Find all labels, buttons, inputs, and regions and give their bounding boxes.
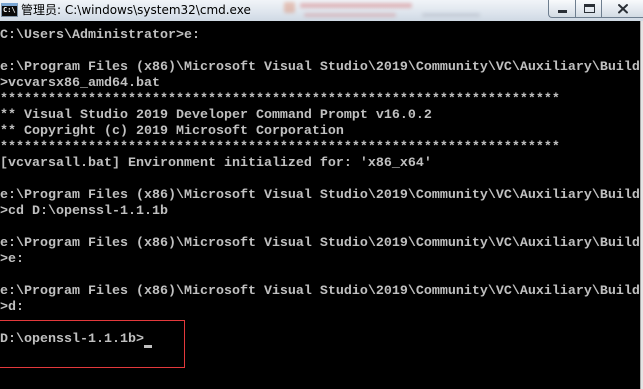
console-line: >cd D:\openssl-1.1.1b (0, 204, 168, 219)
window-title: 管理员: C:\windows\system32\cmd.exe (21, 3, 251, 17)
cmd-window: C:\ 管理员: C:\windows\system32\cmd.exe C:\… (0, 0, 643, 389)
console-line: ****************************************… (0, 92, 560, 107)
maximize-button[interactable] (575, 0, 602, 18)
aero-glass-background (300, 3, 412, 8)
console-line: e:\Program Files (x86)\Microsoft Visual … (0, 188, 640, 203)
console-line: >vcvarsx86_amd64.bat (0, 76, 160, 91)
console-line: [vcvarsall.bat] Environment initialized … (0, 156, 432, 171)
maximize-glyph-top (584, 4, 595, 7)
red-highlight-box (0, 320, 185, 368)
console-line: ** Visual Studio 2019 Developer Command … (0, 108, 432, 123)
aero-glass-background (422, 13, 480, 17)
maximize-icon (584, 4, 595, 13)
console-line: >d: (0, 300, 24, 315)
minimize-glyph (558, 10, 567, 13)
console-line: e:\Program Files (x86)\Microsoft Visual … (0, 284, 640, 299)
close-button[interactable] (602, 0, 643, 18)
cmd-app-icon[interactable]: C:\ (1, 3, 18, 17)
console-line: e:\Program Files (x86)\Microsoft Visual … (0, 60, 640, 75)
console-line: ****************************************… (0, 140, 560, 155)
minimize-button[interactable] (548, 0, 575, 18)
aero-glass-background (304, 13, 396, 17)
title-bar[interactable]: C:\ 管理员: C:\windows\system32\cmd.exe (0, 0, 643, 21)
console-line: >e: (0, 252, 24, 267)
console-line: e:\Program Files (x86)\Microsoft Visual … (0, 236, 640, 251)
console-output: C:\Users\Administrator>e: e:\Program Fil… (0, 28, 640, 348)
minimize-icon (558, 10, 567, 13)
console-line: C:\Users\Administrator>e: (0, 28, 200, 43)
close-icon (618, 4, 628, 14)
aero-glass-background (284, 2, 295, 13)
cmd-app-icon-label: C:\ (3, 6, 16, 14)
console-line: ** Copyright (c) 2019 Microsoft Corporat… (0, 124, 344, 139)
